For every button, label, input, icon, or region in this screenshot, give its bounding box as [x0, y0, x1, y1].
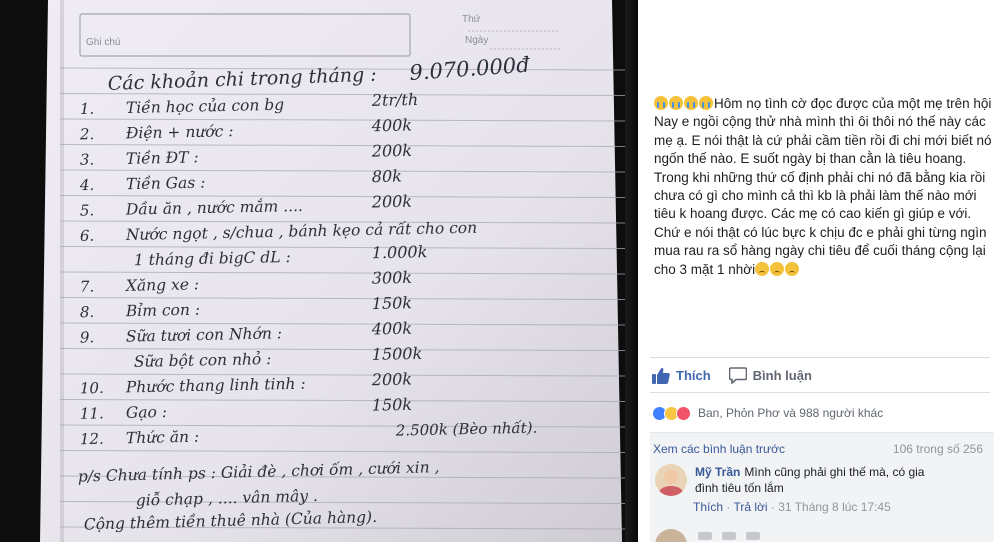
screen: Ghi chú Thứ Ngày Các khoản chi trong thá… [0, 0, 1000, 542]
note-item-desc: Tiền Gas : [126, 174, 206, 194]
camera-icon[interactable] [698, 532, 712, 540]
reaction-text: Ban, Phỏn Phơ và 988 người khác [698, 406, 884, 420]
note-item-number: 10. [80, 379, 104, 397]
comment-label: Bình luận [752, 367, 812, 383]
gif-icon[interactable] [722, 532, 736, 540]
note-item-amount: 1.000k [372, 242, 428, 262]
note-item-number: 3. [80, 151, 95, 169]
thumbs-up-icon [652, 367, 670, 384]
comment-author[interactable]: Mỹ Trần [695, 465, 740, 479]
note-item-number: 7. [80, 278, 95, 296]
comment-count: 106 trong số 256 [892, 442, 983, 456]
post-body: Nay e ngồi cộng thử nhà mình thì ôi thôi… [654, 114, 992, 277]
sticker-icon[interactable] [746, 532, 760, 540]
post-actions: Thích Bình luận [650, 357, 990, 393]
note-item-desc: Dầu ăn , nước mắm .... [125, 197, 303, 219]
comment-icon [728, 366, 747, 384]
note-item-desc: Điện + nước : [125, 122, 234, 142]
note-item-desc: Sữa bột con nhỏ : [134, 350, 272, 371]
note-item-number: 2. [79, 125, 95, 143]
note-item-amount: 300k [372, 268, 413, 288]
note-item-amount: 1500k [372, 344, 423, 364]
note-item-desc: Sữa tươi con Nhớn : [126, 324, 282, 345]
note-item-desc: Bỉm con : [125, 301, 200, 321]
note-item-number: 11. [80, 404, 104, 422]
reaction-summary[interactable]: Ban, Phỏn Phơ và 988 người khác [652, 402, 883, 424]
note-item-number: 9. [80, 328, 95, 346]
note-item-number: 8. [80, 303, 95, 321]
crying-face-icon [669, 96, 683, 110]
note-item-amount: 400k [371, 319, 413, 339]
comment-reply-link[interactable]: Trả lời [733, 500, 767, 514]
note-item-desc: Phước thang linh tinh : [125, 375, 306, 397]
note-item-amount: 200k [371, 192, 413, 212]
thu-label: Thứ [462, 14, 481, 25]
comment-time[interactable]: 31 Tháng 8 lúc 17:45 [778, 500, 891, 514]
note-item-number: 12. [80, 430, 104, 448]
avatar[interactable] [655, 464, 687, 496]
comments-header: Xem các bình luận trước 106 trong số 256 [653, 442, 983, 456]
note-item-desc: Thức ăn : [126, 428, 200, 448]
note-item-amount: 2.500k (Bèo nhất). [395, 419, 538, 440]
note-item-amount: 150k [372, 293, 413, 313]
ngay-label: Ngày [465, 35, 488, 46]
view-previous-comments-link[interactable]: Xem các bình luận trước [653, 442, 785, 456]
comment-body: Mỹ Trần Mình cũng phải ghi thế mà, có gia… [695, 464, 935, 496]
love-reaction-icon [676, 405, 691, 421]
post-photo[interactable]: Ghi chú Thứ Ngày Các khoản chi trong thá… [0, 0, 638, 542]
note-item-number: 4. [79, 176, 95, 194]
note-item-desc: 1 tháng đi bigC dL : [134, 248, 291, 269]
image-border [625, 0, 638, 542]
avatar [655, 529, 687, 542]
note-item-amount: 2tr/th [371, 90, 419, 110]
comment-button[interactable]: Bình luận [728, 366, 812, 384]
sad-face-icon [770, 261, 785, 276]
note-item-amount: 80k [372, 166, 402, 186]
note-item-amount: 200k [371, 369, 413, 389]
crying-face-icon [699, 96, 713, 110]
like-label: Thích [676, 367, 711, 383]
crying-face-icon [654, 96, 668, 110]
note-item-number: 1. [80, 100, 95, 118]
comment-meta: Thích · Trả lời · 31 Tháng 8 lúc 17:45 [693, 500, 891, 514]
ghi-chu-label: Ghi chú [86, 37, 120, 48]
like-button[interactable]: Thích [652, 367, 711, 384]
crying-face-icon [684, 96, 698, 110]
comment-like-link[interactable]: Thích [693, 500, 723, 514]
sad-face-icon [785, 261, 800, 276]
reply-input-icons [698, 532, 760, 540]
note-item-desc: Tiền ĐT : [126, 148, 199, 168]
post-text: Hôm nọ tình cờ đọc được của một mẹ trên … [654, 95, 994, 279]
note-item-amount: 200k [371, 141, 413, 161]
note-item-desc: Tiền học của con bg [126, 96, 285, 117]
note-item-desc: Xăng xe : [125, 275, 200, 295]
note-item-desc: Gạo : [126, 403, 167, 422]
post-intro: Hôm nọ tình cờ đọc được của một mẹ trên … [714, 96, 992, 111]
note-item-number: 5. [80, 201, 95, 219]
comments-section: Xem các bình luận trước 106 trong số 256… [650, 432, 994, 542]
note-item-amount: 400k [371, 115, 413, 135]
post-panel: Hôm nọ tình cờ đọc được của một mẹ trên … [638, 0, 1000, 542]
comment: Mỹ Trần Mình cũng phải ghi thế mà, có gia… [655, 464, 985, 496]
note-item-amount: 150k [372, 395, 413, 415]
sad-face-icon [755, 261, 770, 276]
note-item-number: 6. [80, 227, 95, 245]
